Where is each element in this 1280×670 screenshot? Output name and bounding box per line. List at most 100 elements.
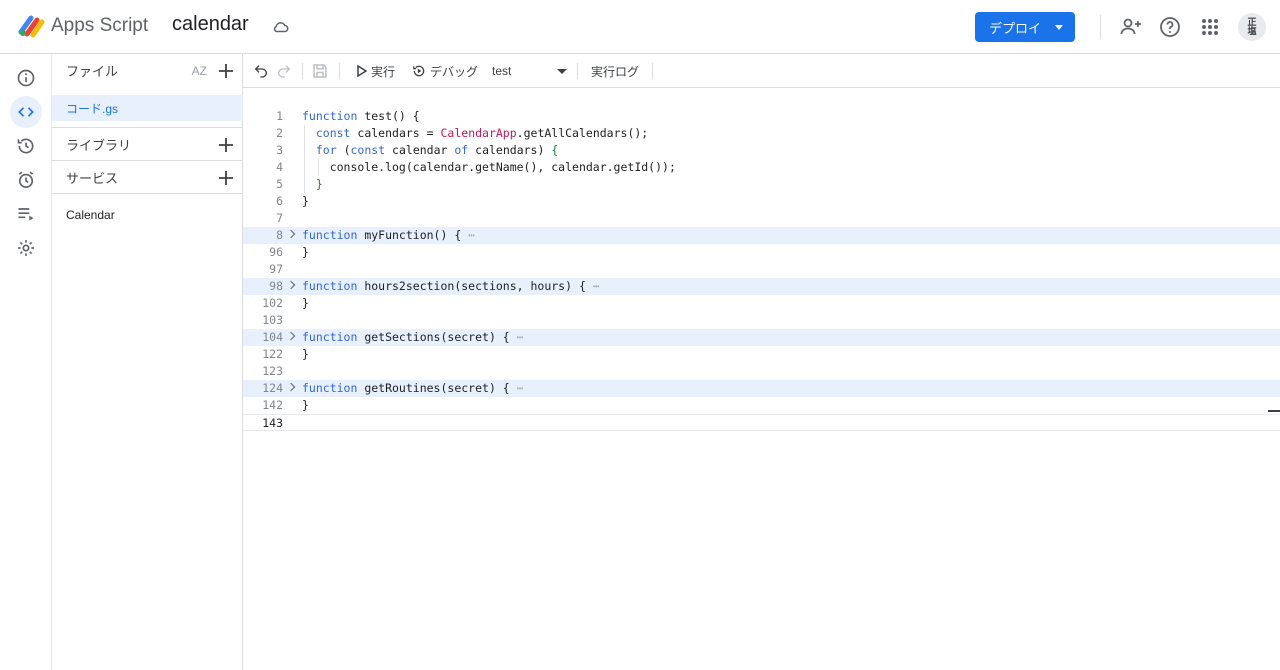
- scrollbar-cursor-marker[interactable]: [1268, 410, 1280, 412]
- debug-label: デバッグ: [430, 64, 479, 79]
- undo-button[interactable]: [253, 54, 269, 88]
- toolbar-separator: [302, 63, 303, 79]
- code-text: }: [315, 177, 323, 191]
- debug-icon: [413, 65, 425, 77]
- code-text: }: [302, 398, 309, 412]
- code-line[interactable]: 5 }: [243, 176, 1280, 193]
- code-line[interactable]: 103: [243, 312, 1280, 329]
- code-text: }: [302, 296, 309, 310]
- add-person-icon[interactable]: [1119, 15, 1143, 39]
- code-text: function getSections(secret) { ⋯: [302, 330, 524, 344]
- save-icon: [313, 64, 327, 78]
- code-line[interactable]: 2 const calendars = CalendarApp.getAllCa…: [243, 125, 1280, 142]
- code-line-folded[interactable]: 124 function getRoutines(secret) { ⋯: [243, 380, 1280, 397]
- run-label: 実行: [371, 64, 396, 79]
- services-title: サービス: [66, 171, 119, 186]
- code-text: console.log(calendar.getName(), calendar…: [302, 160, 676, 174]
- rail-history[interactable]: [10, 130, 42, 162]
- save-button[interactable]: [311, 54, 329, 88]
- code-line[interactable]: 6}: [243, 193, 1280, 210]
- fold-chevron-icon[interactable]: [286, 331, 296, 341]
- debug-button[interactable]: デバッグ: [412, 54, 478, 88]
- rail-editor[interactable]: [10, 96, 42, 128]
- help-icon[interactable]: [1158, 15, 1182, 39]
- apps-grid-icon[interactable]: [1198, 15, 1222, 39]
- line-number: 124: [262, 381, 283, 395]
- line-number: 4: [276, 160, 283, 174]
- add-file-icon[interactable]: [218, 63, 234, 79]
- code-editor[interactable]: 1 function test() {2 const calendars = Ca…: [243, 88, 1280, 670]
- line-number: 6: [276, 194, 283, 208]
- service-item-calendar[interactable]: Calendar: [66, 208, 115, 222]
- code-line-folded[interactable]: 8 function myFunction() { ⋯: [243, 227, 1280, 244]
- function-select-value: test: [492, 64, 512, 78]
- code-line[interactable]: 122}: [243, 346, 1280, 363]
- indent-guide: [318, 159, 319, 176]
- rail-executions[interactable]: [10, 198, 42, 230]
- sort-az-button[interactable]: AZ: [192, 64, 207, 78]
- line-number: 3: [276, 143, 283, 157]
- code-text: function hours2section(sections, hours) …: [302, 279, 600, 293]
- product-name: Apps Script: [51, 15, 149, 36]
- divider: [52, 193, 243, 194]
- line-number: 104: [262, 330, 283, 344]
- code-line[interactable]: 143: [243, 414, 1280, 431]
- code-line[interactable]: 3 for (const calendar of calendars) {: [243, 142, 1280, 159]
- redo-button[interactable]: [276, 54, 292, 88]
- line-number: 5: [276, 177, 283, 191]
- add-service-icon[interactable]: [218, 170, 234, 186]
- function-select[interactable]: test: [492, 54, 567, 88]
- avatar[interactable]: 正 塩: [1238, 13, 1266, 41]
- fold-chevron-icon[interactable]: [286, 382, 296, 392]
- chevron-down-icon: [1055, 25, 1063, 30]
- line-number: 97: [269, 262, 283, 276]
- fold-chevron-icon[interactable]: [286, 280, 296, 290]
- rail-settings[interactable]: [10, 232, 42, 264]
- rail-overview[interactable]: [10, 62, 42, 94]
- deploy-button[interactable]: デプロイ: [975, 12, 1075, 42]
- avatar-line-2: 塩: [1247, 26, 1257, 36]
- code-text: }: [302, 245, 309, 259]
- line-number: 143: [262, 416, 283, 430]
- run-button[interactable]: 実行: [357, 54, 395, 88]
- code-text: for (const calendar of calendars) {: [315, 143, 559, 157]
- undo-icon: [254, 65, 267, 78]
- code-text: }: [302, 347, 309, 361]
- code-line-folded[interactable]: 98 function hours2section(sections, hours…: [243, 278, 1280, 295]
- line-number: 8: [276, 228, 283, 242]
- gear-icon: [18, 240, 34, 256]
- libraries-section-header: ライブラリ: [52, 128, 243, 161]
- play-icon: [357, 65, 367, 77]
- files-section-header: ファイル AZ: [52, 54, 243, 87]
- project-title[interactable]: calendar: [172, 13, 249, 36]
- code-text: function getRoutines(secret) { ⋯: [302, 381, 524, 395]
- line-number: 98: [269, 279, 283, 293]
- deploy-label: デプロイ: [989, 20, 1042, 36]
- top-bar: Apps Script calendar デプロイ 正 塩: [0, 0, 1280, 54]
- execution-log-button[interactable]: 実行ログ: [591, 54, 639, 88]
- toolbar-separator: [577, 63, 578, 79]
- code-line[interactable]: 1 function test() {: [243, 108, 1280, 125]
- line-number: 122: [262, 347, 283, 361]
- code-line[interactable]: 97: [243, 261, 1280, 278]
- line-number: 7: [276, 211, 283, 225]
- files-title: ファイル: [66, 64, 119, 79]
- line-number: 96: [269, 245, 283, 259]
- file-name: コード.gs: [66, 101, 119, 116]
- alarm-clock-icon: [18, 171, 34, 188]
- code-line[interactable]: 4 console.log(calendar.getName(), calend…: [243, 159, 1280, 176]
- editor-toolbar: 実行 デバッグ test 実行ログ: [243, 54, 1280, 88]
- apps-script-logo[interactable]: [18, 14, 46, 38]
- code-line[interactable]: 142}: [243, 397, 1280, 414]
- fold-chevron-icon[interactable]: [286, 229, 296, 239]
- code-line-folded[interactable]: 104 function getSections(secret) { ⋯: [243, 329, 1280, 346]
- history-icon: [17, 138, 34, 154]
- line-number: 142: [262, 398, 283, 412]
- code-line[interactable]: 96}: [243, 244, 1280, 261]
- file-item-code-gs[interactable]: コード.gs: [52, 95, 243, 121]
- code-line[interactable]: 123: [243, 363, 1280, 380]
- code-line[interactable]: 102}: [243, 295, 1280, 312]
- rail-triggers[interactable]: [10, 164, 42, 196]
- code-line[interactable]: 7: [243, 210, 1280, 227]
- add-library-icon[interactable]: [218, 137, 234, 153]
